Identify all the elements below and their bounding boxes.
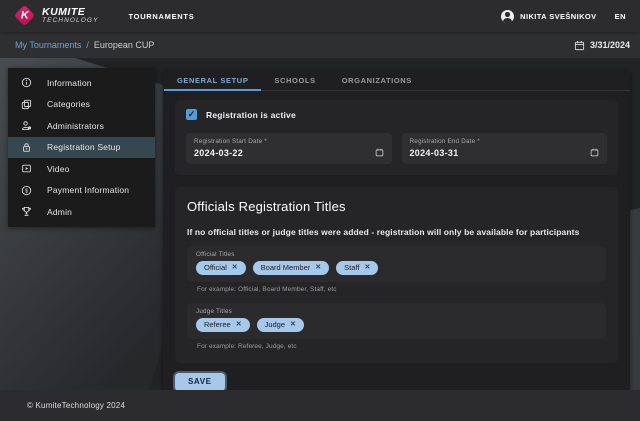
save-button[interactable]: SAVE: [175, 373, 225, 391]
chip-judge[interactable]: Judge ✕: [257, 318, 304, 332]
sidebar-item-categories[interactable]: Categories: [8, 94, 155, 116]
end-date-label: Registration End Date *: [410, 138, 600, 145]
breadcrumb-bar: My Tournaments / European CUP 3/31/2024: [0, 32, 640, 58]
sidebar-item-registration-setup[interactable]: Registration Setup: [8, 137, 155, 159]
chip-close-icon[interactable]: ✕: [236, 321, 242, 328]
kumite-logo-icon: K: [14, 5, 35, 26]
judge-titles-helper: For example: Referee, Judge, etc: [197, 343, 606, 350]
judge-titles-label: Judge Titles: [196, 308, 597, 315]
registration-start-date-field[interactable]: Registration Start Date * 2024-03-22: [186, 133, 392, 164]
sidebar: Information Categories Administrators Re…: [8, 68, 155, 227]
sidebar-item-video[interactable]: Video: [8, 158, 155, 180]
chip-staff[interactable]: Staff ✕: [336, 261, 378, 275]
start-date-label: Registration Start Date *: [194, 138, 384, 145]
footer: © KumiteTechnology 2024: [0, 390, 640, 421]
registration-active-label: Registration is active: [206, 110, 296, 120]
payment-icon: $: [21, 185, 32, 196]
chip-board-member[interactable]: Board Member ✕: [253, 261, 329, 275]
user-menu[interactable]: NIKITA SVEŠNIKOV: [520, 12, 596, 21]
registration-active-row[interactable]: ✓ Registration is active: [186, 109, 607, 120]
lock-icon: [21, 142, 32, 153]
nav-tournaments[interactable]: TOURNAMENTS: [129, 12, 195, 21]
judge-titles-input[interactable]: Judge Titles Referee ✕ Judge ✕: [187, 303, 606, 339]
registration-end-date-field[interactable]: Registration End Date * 2024-03-31: [402, 133, 608, 164]
language-selector[interactable]: EN: [615, 12, 626, 21]
registration-active-checkbox[interactable]: ✓: [186, 109, 197, 120]
registration-dates-card: ✓ Registration is active Registration St…: [175, 100, 618, 175]
breadcrumb-separator: /: [86, 40, 89, 50]
chip-referee[interactable]: Referee ✕: [196, 318, 250, 332]
official-titles-label: Official Titles: [196, 251, 597, 258]
officials-section-title: Officials Registration Titles: [187, 199, 606, 214]
chip-close-icon[interactable]: ✕: [364, 264, 370, 271]
trophy-icon: [21, 206, 32, 217]
sidebar-item-administrators[interactable]: Administrators: [8, 115, 155, 137]
top-app-bar: K KUMITE TECHNOLOGY TOURNAMENTS NIKITA S…: [0, 0, 640, 32]
calendar-icon: [574, 40, 585, 51]
tournament-date-picker[interactable]: 3/31/2024: [574, 40, 630, 51]
kumite-logo[interactable]: K KUMITE TECHNOLOGY: [14, 7, 99, 25]
info-icon: [21, 77, 32, 88]
chip-close-icon[interactable]: ✕: [290, 321, 296, 328]
tab-schools[interactable]: SCHOOLS: [261, 70, 328, 90]
start-date-value: 2024-03-22: [194, 148, 384, 158]
content-panel: GENERAL SETUP SCHOOLS ORGANIZATIONS ✓ Re…: [163, 70, 630, 390]
officials-titles-card: Officials Registration Titles If no offi…: [175, 187, 618, 363]
sidebar-item-admin[interactable]: Admin: [8, 201, 155, 223]
svg-text:$: $: [25, 188, 29, 194]
tab-general-setup[interactable]: GENERAL SETUP: [164, 70, 261, 90]
main-area: Information Categories Administrators Re…: [0, 58, 640, 390]
sidebar-item-payment-information[interactable]: $ Payment Information: [8, 180, 155, 202]
logo-sub-text: TECHNOLOGY: [42, 18, 99, 25]
chip-close-icon[interactable]: ✕: [315, 264, 321, 271]
breadcrumb-current: European CUP: [94, 40, 155, 50]
official-titles-input[interactable]: Official Titles Official ✕ Board Member …: [187, 246, 606, 282]
sidebar-item-information[interactable]: Information: [8, 72, 155, 94]
chip-official[interactable]: Official ✕: [196, 261, 246, 275]
checkbox-checked-icon: ✓: [188, 110, 196, 119]
copyright-text: © KumiteTechnology 2024: [27, 401, 125, 410]
user-avatar-icon[interactable]: [501, 10, 514, 23]
end-date-value: 2024-03-31: [410, 148, 600, 158]
video-icon: [21, 163, 32, 174]
tournament-date: 3/31/2024: [590, 40, 630, 50]
tab-organizations[interactable]: ORGANIZATIONS: [329, 70, 425, 90]
chip-close-icon[interactable]: ✕: [232, 264, 238, 271]
breadcrumb-my-tournaments[interactable]: My Tournaments: [15, 40, 81, 50]
official-titles-helper: For example: Official, Board Member, Sta…: [197, 286, 606, 293]
administrators-icon: [21, 120, 32, 131]
logo-letter: K: [21, 10, 29, 21]
start-date-calendar-icon[interactable]: [375, 148, 384, 157]
officials-section-note: If no official titles or judge titles we…: [187, 227, 606, 237]
end-date-calendar-icon[interactable]: [590, 148, 599, 157]
tab-bar: GENERAL SETUP SCHOOLS ORGANIZATIONS: [163, 70, 630, 91]
categories-icon: [21, 99, 32, 110]
